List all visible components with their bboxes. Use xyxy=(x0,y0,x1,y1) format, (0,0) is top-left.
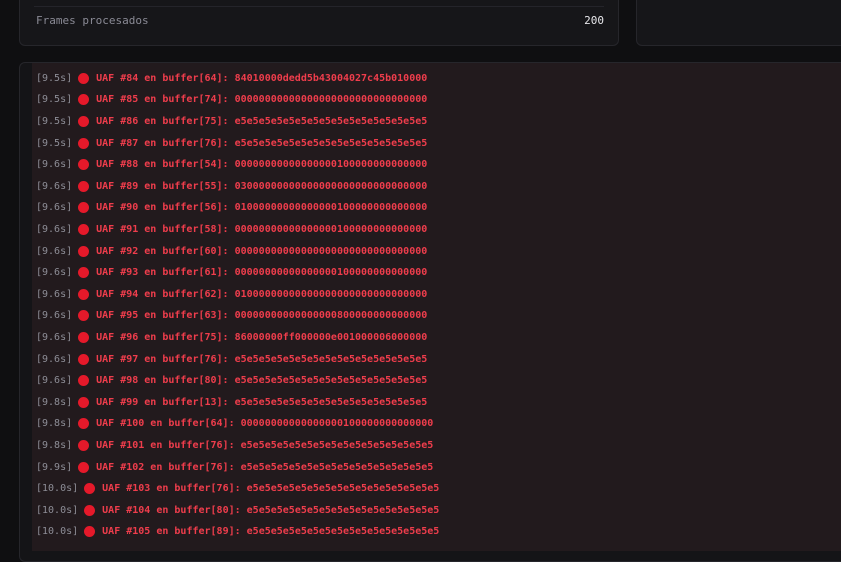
log-message: UAF #89 en buffer[55]: 03000000000000000… xyxy=(96,180,428,192)
red-circle-icon xyxy=(78,116,90,128)
log-message: UAF #96 en buffer[75]: 86000000ff000000e… xyxy=(96,332,428,344)
log-timestamp: [9.6s] xyxy=(36,267,73,279)
log-line: [9.6s] UAF #97 en buffer[76]: e5e5e5e5e5e… xyxy=(32,348,841,370)
log-message: UAF #97 en buffer[76]: e5e5e5e5e5e5e5e5e… xyxy=(96,353,428,365)
log-timestamp: [9.8s] xyxy=(36,439,73,451)
log-line: [9.6s] UAF #94 en buffer[62]: 01000000000… xyxy=(32,284,841,306)
red-circle-icon xyxy=(78,224,90,236)
log-message: UAF #99 en buffer[13]: e5e5e5e5e5e5e5e5e… xyxy=(96,396,428,408)
red-circle-icon xyxy=(78,137,90,149)
log-timestamp: [9.6s] xyxy=(36,332,73,344)
log-timestamp: [10.0s] xyxy=(36,526,79,538)
log-message: UAF #104 en buffer[80]: e5e5e5e5e5e5e5e5… xyxy=(102,504,440,516)
log-line: [9.8s] UAF #101 en buffer[76]: e5e5e5e5e5… xyxy=(32,435,841,457)
stat-row-frames: Frames procesados 200 xyxy=(34,6,604,34)
log-line: [9.6s] UAF #92 en buffer[60]: 00000000000… xyxy=(32,240,841,262)
log-list: [9.5s]UAF #83 en buffer[63]: 0b340000000… xyxy=(32,63,841,543)
log-line: [9.6s] UAF #90 en buffer[56]: 01000000000… xyxy=(32,197,841,219)
log-timestamp: [9.8s] xyxy=(36,396,73,408)
log-panel[interactable]: [9.5s]UAF #83 en buffer[63]: 0b340000000… xyxy=(19,62,841,562)
log-timestamp: [9.9s] xyxy=(36,461,73,473)
log-timestamp: [9.6s] xyxy=(36,353,73,365)
red-circle-icon xyxy=(84,483,96,495)
side-card xyxy=(636,0,841,46)
log-message: UAF #91 en buffer[58]: 00000000000000000… xyxy=(96,224,428,236)
red-circle-icon xyxy=(78,267,90,279)
red-circle-icon xyxy=(78,288,90,300)
log-line: [9.5s] UAF #85 en buffer[74]: 00000000000… xyxy=(32,89,841,111)
log-timestamp: [9.6s] xyxy=(36,288,73,300)
log-line: [9.6s] UAF #89 en buffer[55]: 03000000000… xyxy=(32,176,841,198)
red-circle-icon xyxy=(78,396,90,408)
log-message: UAF #95 en buffer[63]: 00000000000000000… xyxy=(96,310,428,322)
log-timestamp: [9.6s] xyxy=(36,159,73,171)
red-circle-icon xyxy=(78,332,90,344)
log-timestamp: [9.8s] xyxy=(36,418,73,430)
red-circle-icon xyxy=(78,72,90,84)
log-timestamp: [9.5s] xyxy=(36,94,73,106)
log-message: UAF #90 en buffer[56]: 01000000000000000… xyxy=(96,202,428,214)
stats-card: Frames procesados 200 xyxy=(19,0,619,46)
red-circle-icon xyxy=(78,202,90,214)
log-line: [9.5s] UAF #84 en buffer[64]: 84010000ded… xyxy=(32,68,841,90)
log-line: [9.6s] UAF #98 en buffer[80]: e5e5e5e5e5e… xyxy=(32,370,841,392)
log-message: UAF #98 en buffer[80]: e5e5e5e5e5e5e5e5e… xyxy=(96,375,428,387)
log-timestamp: [10.0s] xyxy=(36,504,79,516)
log-timestamp: [9.6s] xyxy=(36,202,73,214)
log-console[interactable]: [9.5s]UAF #83 en buffer[63]: 0b340000000… xyxy=(32,63,841,551)
log-message: UAF #101 en buffer[76]: e5e5e5e5e5e5e5e5… xyxy=(96,439,434,451)
red-circle-icon xyxy=(78,94,90,106)
log-line: [9.9s] UAF #102 en buffer[76]: e5e5e5e5e5… xyxy=(32,456,841,478)
log-message: UAF #94 en buffer[62]: 01000000000000000… xyxy=(96,288,428,300)
red-circle-icon xyxy=(78,418,90,430)
red-circle-icon xyxy=(78,439,90,451)
log-timestamp: [9.5s] xyxy=(36,137,73,149)
log-timestamp: [9.6s] xyxy=(36,224,73,236)
log-timestamp: [9.6s] xyxy=(36,375,73,387)
log-message: UAF #105 en buffer[89]: e5e5e5e5e5e5e5e5… xyxy=(102,526,440,538)
log-line: [9.5s] UAF #87 en buffer[76]: e5e5e5e5e5e… xyxy=(32,132,841,154)
log-timestamp: [9.5s] xyxy=(36,116,73,128)
log-line: [9.8s] UAF #99 en buffer[13]: e5e5e5e5e5e… xyxy=(32,392,841,414)
log-line: [10.0s] UAF #103 en buffer[76]: e5e5e5e5e… xyxy=(32,478,841,500)
log-line: [9.6s] UAF #88 en buffer[54]: 00000000000… xyxy=(32,154,841,176)
log-message: UAF #84 en buffer[64]: 84010000dedd5b430… xyxy=(96,72,428,84)
log-message: UAF #93 en buffer[61]: 00000000000000000… xyxy=(96,267,428,279)
log-message: UAF #88 en buffer[54]: 00000000000000000… xyxy=(96,159,428,171)
red-circle-icon xyxy=(84,526,96,538)
log-line: [9.6s] UAF #93 en buffer[61]: 00000000000… xyxy=(32,262,841,284)
log-line: [9.6s] UAF #91 en buffer[58]: 00000000000… xyxy=(32,219,841,241)
log-message: UAF #86 en buffer[75]: e5e5e5e5e5e5e5e5e… xyxy=(96,116,428,128)
log-timestamp: [9.6s] xyxy=(36,245,73,257)
frames-label: Frames procesados xyxy=(36,14,149,27)
red-circle-icon xyxy=(78,180,90,192)
red-circle-icon xyxy=(78,245,90,257)
log-line: [10.0s] UAF #105 en buffer[89]: e5e5e5e5e… xyxy=(32,521,841,543)
log-line: [9.8s] UAF #100 en buffer[64]: 0000000000… xyxy=(32,413,841,435)
red-circle-icon xyxy=(84,504,96,516)
log-line: [9.6s] UAF #96 en buffer[75]: 86000000ff0… xyxy=(32,327,841,349)
red-circle-icon xyxy=(78,353,90,365)
red-circle-icon xyxy=(78,159,90,171)
log-message: UAF #100 en buffer[64]: 0000000000000000… xyxy=(96,418,434,430)
log-message: UAF #87 en buffer[76]: e5e5e5e5e5e5e5e5e… xyxy=(96,137,428,149)
log-line: [10.0s] UAF #104 en buffer[80]: e5e5e5e5e… xyxy=(32,499,841,521)
log-line: [9.5s] UAF #86 en buffer[75]: e5e5e5e5e5e… xyxy=(32,111,841,133)
log-timestamp: [10.0s] xyxy=(36,483,79,495)
log-message: UAF #92 en buffer[60]: 00000000000000000… xyxy=(96,245,428,257)
log-line: [9.6s] UAF #95 en buffer[63]: 00000000000… xyxy=(32,305,841,327)
log-timestamp: [9.6s] xyxy=(36,180,73,192)
red-circle-icon xyxy=(78,310,90,322)
log-message: UAF #102 en buffer[76]: e5e5e5e5e5e5e5e5… xyxy=(96,461,434,473)
log-message: UAF #103 en buffer[76]: e5e5e5e5e5e5e5e5… xyxy=(102,483,440,495)
frames-value: 200 xyxy=(584,14,604,27)
red-circle-icon xyxy=(78,375,90,387)
red-circle-icon xyxy=(78,461,90,473)
log-message: UAF #85 en buffer[74]: 00000000000000000… xyxy=(96,94,428,106)
log-timestamp: [9.6s] xyxy=(36,310,73,322)
log-timestamp: [9.5s] xyxy=(36,72,73,84)
